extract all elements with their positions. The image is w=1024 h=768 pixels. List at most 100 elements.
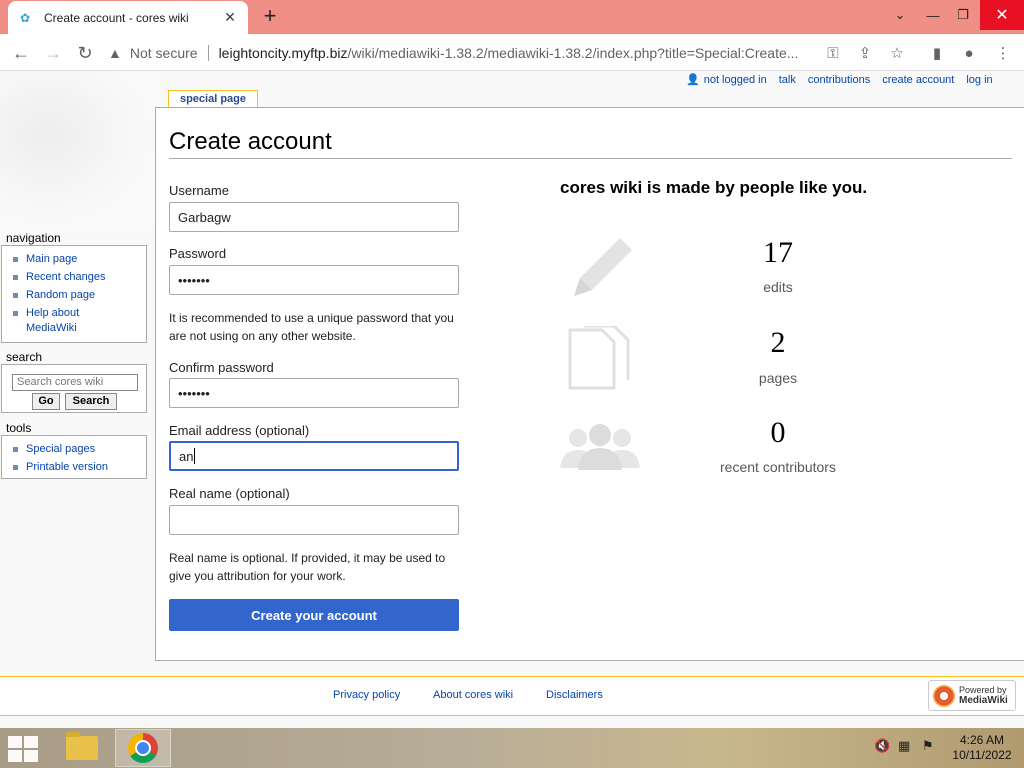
username-input[interactable]: Garbagw [169, 202, 459, 232]
side-panel-icon[interactable]: ▮ [926, 42, 948, 64]
create-account-link[interactable]: create account [882, 74, 954, 86]
powered-line-2: MediaWiki [959, 695, 1008, 706]
sidebar-item-special-pages[interactable]: Special pages [12, 440, 146, 458]
search-portal: Search cores wiki Go Search [1, 364, 147, 413]
not-logged-in-link[interactable]: not logged in [704, 74, 767, 86]
menu-dots-icon[interactable]: ⋮ [992, 42, 1014, 64]
privacy-policy-link[interactable]: Privacy policy [333, 689, 400, 701]
profile-avatar-icon[interactable]: ● [958, 42, 980, 64]
pencil-icon [574, 238, 632, 296]
talk-link[interactable]: talk [779, 74, 796, 86]
volume-muted-icon[interactable]: 🔇 [874, 738, 890, 754]
tab-title: Create account - cores wiki [44, 10, 189, 25]
share-icon[interactable]: ⇪ [854, 42, 876, 64]
not-secure-label: Not secure [129, 45, 198, 61]
sidebar-item-printable-version[interactable]: Printable version [12, 458, 146, 476]
password-label: Password [169, 246, 227, 261]
sidebar-item-help[interactable]: Help about MediaWiki [12, 304, 146, 335]
wiki-logo-background [0, 71, 160, 231]
email-label: Email address (optional) [169, 423, 310, 438]
email-value: an [179, 448, 194, 464]
action-center-icon[interactable]: ⚑ [922, 738, 934, 754]
folder-icon [66, 732, 98, 760]
browser-tab[interactable]: ✿ Create account - cores wiki ✕ [8, 1, 248, 34]
network-icon[interactable]: ▦ [898, 738, 910, 754]
sidebar-item-recent-changes[interactable]: Recent changes [12, 268, 146, 286]
username-value: Garbagw [178, 209, 231, 225]
password-help-text: It is recommended to use a unique passwo… [169, 311, 454, 343]
key-icon[interactable]: ⚿ [822, 42, 844, 64]
tools-heading: tools [6, 421, 32, 435]
forward-icon[interactable]: → [40, 40, 66, 66]
edits-count: 17 [763, 236, 793, 269]
confirm-password-label: Confirm password [169, 360, 274, 375]
people-icon [560, 424, 640, 470]
pages-label: pages [758, 370, 798, 386]
personal-tools: 👤 not logged in talk contributions creat… [686, 73, 993, 87]
chrome-taskbar-button[interactable] [115, 729, 171, 767]
windows-taskbar: 🔇 ▦ ⚑ 4:26 AM 10/11/2022 [0, 728, 1024, 768]
pages-icon [568, 326, 630, 390]
about-link[interactable]: About cores wiki [433, 689, 513, 701]
email-input[interactable]: an [169, 441, 459, 471]
create-account-button[interactable]: Create your account [169, 599, 459, 631]
reload-icon[interactable]: ↻ [72, 40, 98, 66]
minimize-icon[interactable]: — [920, 0, 946, 30]
real-name-label: Real name (optional) [169, 486, 290, 501]
window-close-icon[interactable]: ✕ [980, 0, 1024, 30]
real-name-input[interactable] [169, 505, 459, 535]
text-caret [194, 448, 196, 464]
edits-label: edits [763, 279, 793, 295]
tab-special-page[interactable]: special page [168, 90, 258, 108]
confirm-password-value: ••••••• [178, 385, 210, 401]
search-button[interactable]: Search [65, 393, 117, 410]
disclaimers-link[interactable]: Disclaimers [546, 689, 603, 701]
powered-line-1: Powered by [959, 685, 1007, 695]
new-tab-button[interactable]: + [258, 4, 282, 28]
search-heading: search [6, 350, 43, 364]
search-input[interactable]: Search cores wiki [12, 374, 138, 391]
pages-count: 2 [770, 326, 786, 359]
chrome-icon [128, 733, 158, 763]
back-icon[interactable]: ← [8, 40, 34, 66]
url-path: /wiki/mediawiki-1.38.2/mediawiki-1.38.2/… [347, 45, 799, 61]
windows-start-icon[interactable] [8, 736, 38, 762]
address-bar[interactable]: ▲ Not secure leightoncity.myftp.biz/wiki… [108, 39, 828, 67]
mediawiki-logo-icon [933, 684, 955, 707]
page-footer: Privacy policy About cores wiki Disclaim… [0, 676, 1024, 716]
tab-search-icon[interactable]: ⌄ [888, 0, 912, 30]
navigation-portal: Main page Recent changes Random page Hel… [1, 245, 147, 343]
url-host: leightoncity.myftp.biz [218, 45, 348, 61]
browser-toolbar: ← → ↻ ▲ Not secure leightoncity.myftp.bi… [0, 34, 1024, 71]
real-name-help-text: Real name is optional. If provided, it m… [169, 551, 446, 583]
wiki-page: 👤 not logged in talk contributions creat… [0, 71, 1024, 728]
page-title: Create account [169, 128, 1012, 159]
sidebar-item-main-page[interactable]: Main page [12, 250, 146, 268]
content-area: Create account Username Garbagw Password… [155, 107, 1024, 661]
bookmark-star-icon[interactable]: ☆ [886, 42, 908, 64]
help-line-1: Help about [26, 307, 80, 319]
navigation-heading: navigation [6, 231, 61, 245]
powered-by-mediawiki-badge[interactable]: Powered by MediaWiki [928, 680, 1016, 711]
taskbar-clock[interactable]: 4:26 AM 10/11/2022 [944, 733, 1020, 763]
restore-icon[interactable]: ❐ [950, 0, 976, 30]
contributions-link[interactable]: contributions [808, 74, 870, 86]
user-icon: 👤 [686, 74, 700, 86]
confirm-password-input[interactable]: ••••••• [169, 378, 459, 408]
contributors-count: 0 [770, 416, 786, 449]
tools-portal: Special pages Printable version [1, 435, 147, 479]
promo-title: cores wiki is made by people like you. [560, 178, 868, 197]
username-label: Username [169, 183, 229, 198]
clock-date: 10/11/2022 [952, 748, 1012, 762]
tab-close-icon[interactable]: ✕ [222, 9, 238, 26]
password-input[interactable]: ••••••• [169, 265, 459, 295]
go-button[interactable]: Go [32, 393, 60, 410]
help-line-2: MediaWiki [26, 322, 77, 334]
log-in-link[interactable]: log in [966, 74, 992, 86]
file-explorer-button[interactable] [54, 729, 110, 767]
sidebar-item-random-page[interactable]: Random page [12, 286, 146, 304]
wiki-favicon-icon: ✿ [19, 10, 31, 25]
browser-titlebar: ✿ Create account - cores wiki ✕ + ⌄ — ❐ … [0, 0, 1024, 34]
clock-time: 4:26 AM [959, 733, 1005, 747]
powered-by-text: Powered by MediaWiki [959, 685, 1008, 706]
